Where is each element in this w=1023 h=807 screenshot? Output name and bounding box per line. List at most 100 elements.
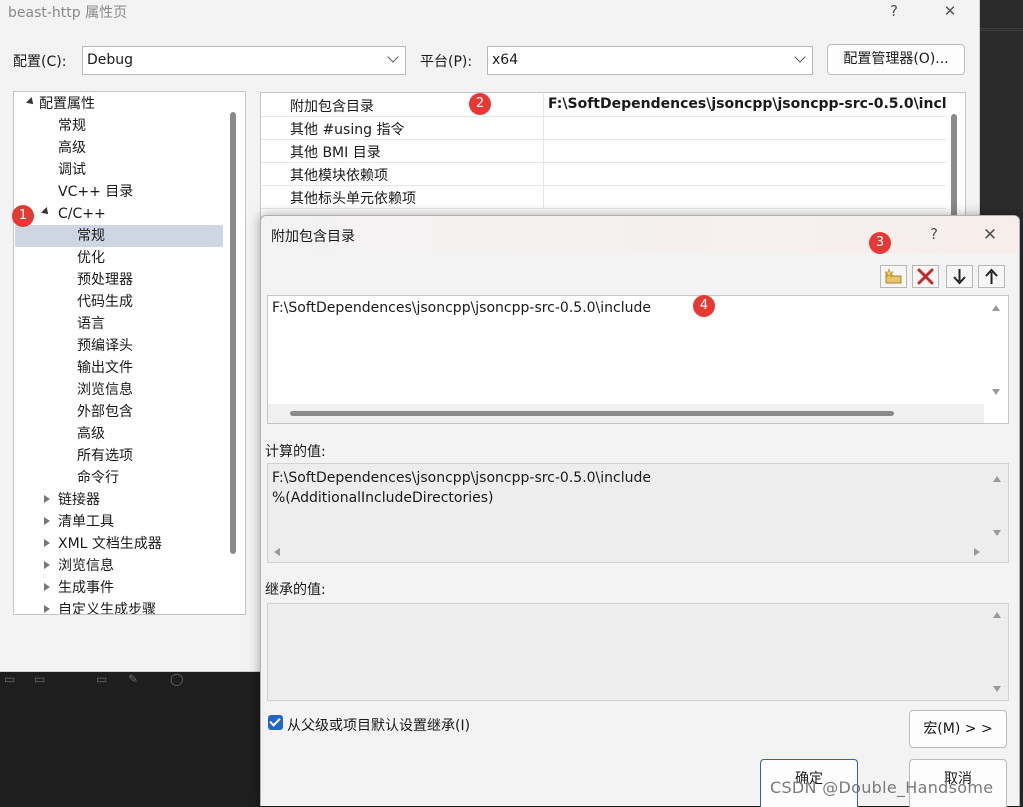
tree-item[interactable]: 优化 <box>77 247 105 269</box>
collapsed-triangle-icon[interactable] <box>44 561 50 569</box>
tree-item[interactable]: 命令行 <box>77 467 119 489</box>
tree-item[interactable]: 外部包含 <box>77 401 133 423</box>
scroll-up-arrow-icon[interactable] <box>993 476 1001 482</box>
tree-scrollbar[interactable] <box>230 112 236 554</box>
tree-item[interactable]: 高级 <box>77 423 105 445</box>
grid-row[interactable]: 其他模块依赖项 <box>261 163 946 186</box>
collapsed-triangle-icon[interactable] <box>44 605 50 613</box>
tree-item[interactable]: 自定义生成步骤 <box>58 599 156 614</box>
background-toolbar-glyph: ▭ <box>4 672 16 686</box>
dialog-title: 附加包含目录 <box>271 229 355 245</box>
tree-item[interactable]: 所有选项 <box>77 445 133 467</box>
config-label: 配置(C): <box>13 54 67 70</box>
tree-item[interactable]: 浏览信息 <box>77 379 133 401</box>
tree-item[interactable]: 调试 <box>58 159 86 181</box>
include-dirs-dialog: 附加包含目录 ? ✕ F:\SoftDependences\jsoncpp\js… <box>260 215 1020 807</box>
tree-item-selected[interactable]: 常规 <box>77 225 105 247</box>
close-button[interactable]: ✕ <box>940 2 960 20</box>
help-button[interactable]: ? <box>884 2 904 20</box>
inherited-value-label: 继承的值: <box>265 582 326 598</box>
annotation-badge: 4 <box>693 295 715 317</box>
window-title: beast-http 属性页 <box>8 5 128 21</box>
grid-row[interactable]: 其他 BMI 目录 <box>261 140 946 163</box>
scroll-up-arrow-icon[interactable] <box>993 612 1001 618</box>
tree-item[interactable]: 生成事件 <box>58 577 114 599</box>
grid-scrollbar[interactable] <box>951 114 957 224</box>
computed-line: F:\SoftDependences\jsoncpp\jsoncpp-src-0… <box>272 470 651 486</box>
computed-value-pane: F:\SoftDependences\jsoncpp\jsoncpp-src-0… <box>267 463 1009 563</box>
include-dir-entry[interactable]: F:\SoftDependences\jsoncpp\jsoncpp-src-0… <box>272 298 651 318</box>
tree-item[interactable]: 预处理器 <box>77 269 133 291</box>
inherit-checkbox-label[interactable]: 从父级或项目默认设置继承(I) <box>287 715 470 735</box>
expand-triangle-icon[interactable] <box>41 207 51 217</box>
scroll-left-arrow-icon[interactable] <box>274 548 280 556</box>
platform-dropdown[interactable]: x64 <box>487 46 813 75</box>
include-dirs-editor[interactable]: F:\SoftDependences\jsoncpp\jsoncpp-src-0… <box>267 295 1009 424</box>
tree-item[interactable]: 高级 <box>58 137 86 159</box>
tree-item[interactable]: 代码生成 <box>77 291 133 313</box>
grid-row-name: 附加包含目录 <box>290 99 374 115</box>
chevron-down-icon <box>794 51 806 63</box>
grid-row[interactable]: 附加包含目录 F:\SoftDependences\jsoncpp\jsoncp… <box>261 94 946 117</box>
background-toolbar-glyph: ✎ <box>128 672 139 686</box>
collapsed-triangle-icon[interactable] <box>44 539 50 547</box>
new-line-button[interactable] <box>880 265 907 288</box>
move-up-icon <box>985 268 998 284</box>
scroll-down-arrow-icon[interactable] <box>992 389 1000 395</box>
delete-line-button[interactable] <box>912 265 939 288</box>
tree-item[interactable]: 常规 <box>58 115 86 137</box>
grid-row-name: 其他 BMI 目录 <box>290 145 381 161</box>
tree-item[interactable]: 预编译头 <box>77 335 133 357</box>
grid-separator <box>543 163 544 186</box>
background-toolbar-glyph: ◯ <box>170 672 184 686</box>
grid-separator <box>543 186 544 209</box>
tree-selection-highlight <box>15 225 223 247</box>
expand-triangle-icon[interactable] <box>26 97 36 107</box>
config-manager-button[interactable]: 配置管理器(O)... <box>827 44 965 75</box>
tree-item[interactable]: 清单工具 <box>58 511 114 533</box>
dialog-titlebar <box>261 216 1019 254</box>
tree-item[interactable]: XML 文档生成器 <box>58 533 162 555</box>
macro-button[interactable]: 宏(M) > > <box>909 710 1007 748</box>
collapsed-triangle-icon[interactable] <box>44 583 50 591</box>
move-down-button[interactable] <box>946 265 973 288</box>
horizontal-scrollbar-thumb[interactable] <box>290 411 894 416</box>
background-editor-bottom: ▭ ▭ ▭ ✎ ◯ <box>0 672 262 806</box>
scroll-up-arrow-icon[interactable] <box>992 305 1000 311</box>
dialog-close-button[interactable]: ✕ <box>980 225 1000 245</box>
grid-row[interactable]: 其他标头单元依赖项 <box>261 186 946 209</box>
new-line-folder-icon <box>884 268 902 284</box>
grid-separator <box>543 94 544 117</box>
tree-item-config-properties[interactable]: 配置属性 <box>39 93 95 115</box>
grid-row[interactable]: 其他 #using 指令 <box>261 117 946 140</box>
move-up-button[interactable] <box>978 265 1005 288</box>
scroll-down-arrow-icon[interactable] <box>993 686 1001 692</box>
tree-item[interactable]: 语言 <box>77 313 105 335</box>
annotation-badge: 3 <box>869 232 891 254</box>
property-grid: 附加包含目录 F:\SoftDependences\jsoncpp\jsoncp… <box>260 92 966 220</box>
collapsed-triangle-icon[interactable] <box>44 517 50 525</box>
inherit-checkbox[interactable] <box>268 715 283 730</box>
background-toolbar-glyph: ▭ <box>34 672 46 686</box>
dialog-help-button[interactable]: ? <box>924 225 944 243</box>
computed-line: %(AdditionalIncludeDirectories) <box>272 490 494 506</box>
tree-item[interactable]: VC++ 目录 <box>58 181 133 203</box>
config-dropdown[interactable]: Debug <box>82 46 406 75</box>
config-value: Debug <box>87 52 134 68</box>
tree-item[interactable]: 输出文件 <box>77 357 133 379</box>
tree-item[interactable]: 浏览信息 <box>58 555 114 577</box>
grid-row-value[interactable]: F:\SoftDependences\jsoncpp\jsoncpp-src-0… <box>548 96 946 112</box>
tree-item-cpp[interactable]: C/C++ <box>58 203 106 225</box>
platform-label: 平台(P): <box>420 54 473 70</box>
tree-item[interactable]: 链接器 <box>58 489 100 511</box>
platform-value: x64 <box>492 52 519 68</box>
collapsed-triangle-icon[interactable] <box>44 495 50 503</box>
scroll-right-arrow-icon[interactable] <box>974 548 980 556</box>
computed-value-label: 计算的值: <box>265 444 326 460</box>
grid-row-name: 其他标头单元依赖项 <box>290 191 416 207</box>
delete-icon <box>917 268 934 285</box>
background-toolbar-glyph: ▭ <box>96 672 108 686</box>
grid-separator <box>543 140 544 163</box>
scroll-down-arrow-icon[interactable] <box>993 530 1001 536</box>
annotation-badge: 2 <box>469 93 491 115</box>
